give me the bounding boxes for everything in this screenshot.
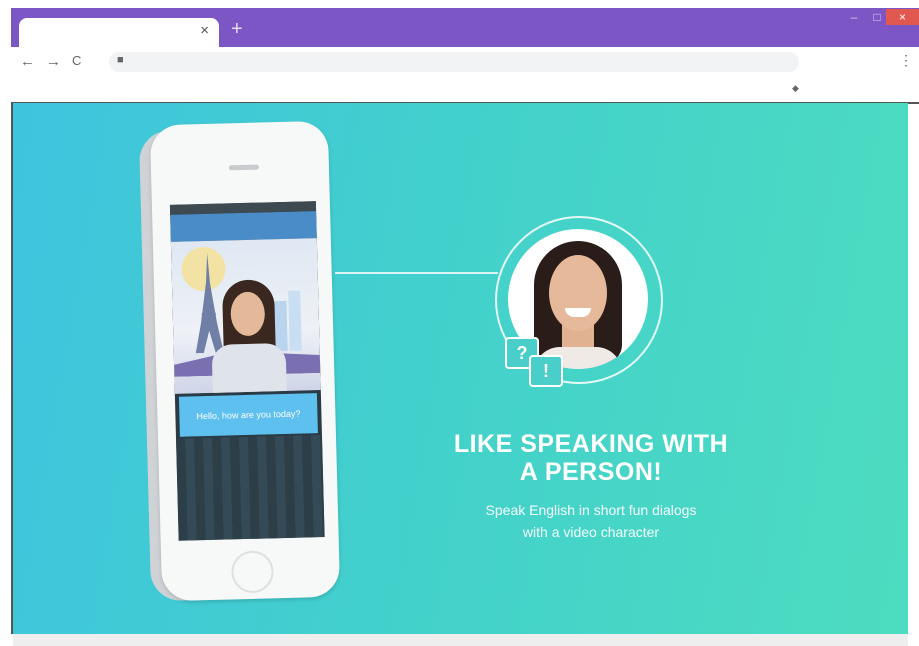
building-shape bbox=[288, 290, 302, 351]
phone-speaker bbox=[228, 164, 259, 171]
menu-icon[interactable]: ⋮ bbox=[899, 52, 913, 69]
app-header-bar bbox=[170, 211, 317, 242]
lock-icon[interactable]: ■ bbox=[117, 54, 124, 66]
phone-home-button bbox=[230, 550, 275, 594]
maximize-button[interactable]: □ bbox=[866, 9, 888, 25]
headline-line-2: A PERSON! bbox=[519, 458, 663, 486]
promo-banner: Hello, how are you today? ? ! LIKE SPEAK… bbox=[13, 103, 908, 634]
eiffel-tower-icon bbox=[195, 252, 224, 354]
phone-mockup: Hello, how are you today? bbox=[149, 120, 341, 602]
back-icon[interactable]: ← bbox=[20, 53, 35, 70]
paris-scene-illustration bbox=[170, 238, 321, 394]
tab-close-icon[interactable]: × bbox=[200, 22, 209, 39]
character-body bbox=[211, 342, 287, 393]
promo-headline: LIKE SPEAKING WITH A PERSON! bbox=[427, 430, 755, 486]
new-tab-button[interactable]: + bbox=[231, 19, 243, 39]
headline-line-1: LIKE SPEAKING WITH bbox=[453, 430, 729, 458]
address-bar[interactable]: ■ bbox=[109, 52, 799, 72]
promo-subtitle: Speak English in short fun dialogs with … bbox=[443, 499, 739, 543]
connector-line bbox=[335, 272, 498, 274]
reload-icon[interactable]: C bbox=[72, 53, 81, 68]
bookmarks-bar: ◆ bbox=[11, 77, 919, 104]
bottom-border bbox=[13, 634, 908, 646]
subtitle-line-1: Speak English in short fun dialogs bbox=[485, 502, 697, 518]
forward-icon[interactable]: → bbox=[46, 53, 61, 70]
minimize-button[interactable]: – bbox=[843, 9, 865, 25]
dialog-bubble: Hello, how are you today? bbox=[178, 393, 318, 437]
phone-screen: Hello, how are you today? bbox=[169, 201, 325, 541]
portrait-face bbox=[549, 255, 607, 331]
wood-floor bbox=[176, 435, 325, 541]
exclamation-bubble-icon: ! bbox=[529, 355, 563, 387]
browser-tab[interactable]: × bbox=[19, 18, 219, 47]
extension-icon[interactable]: ◆ bbox=[792, 83, 799, 94]
close-window-button[interactable]: × bbox=[886, 9, 919, 25]
subtitle-line-2: with a video character bbox=[522, 524, 660, 540]
browser-toolbar: ← → C ■ ⋮ bbox=[11, 47, 919, 77]
